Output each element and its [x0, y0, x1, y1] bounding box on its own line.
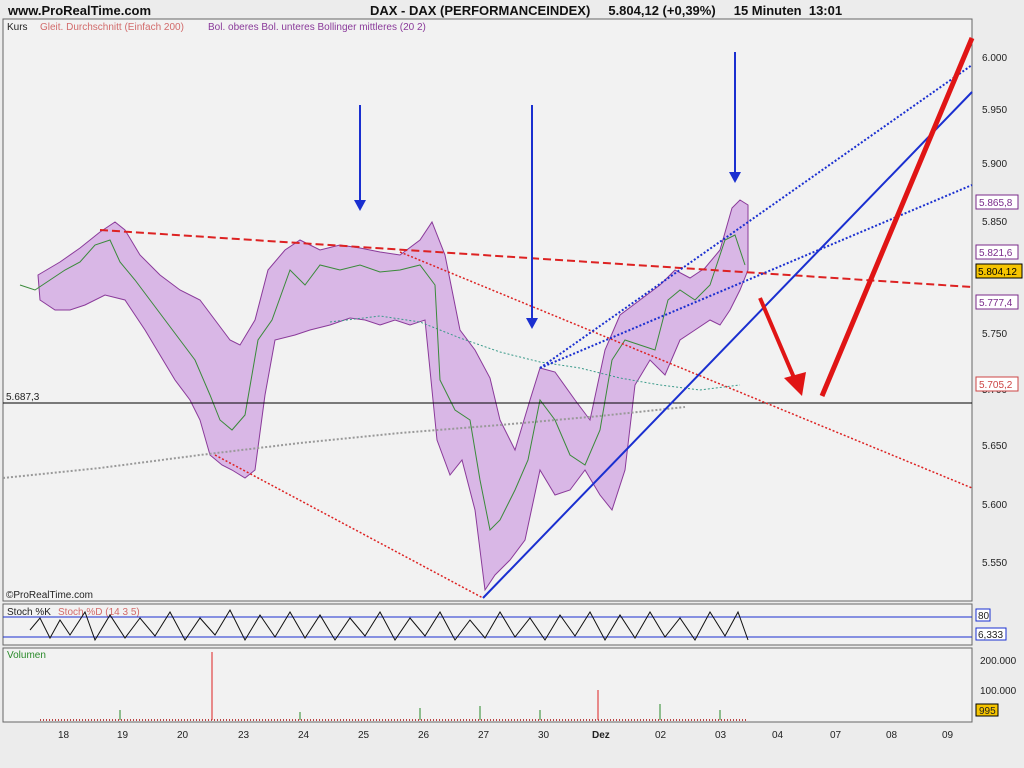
price-tag: 5.777,4: [979, 298, 1013, 309]
x-tick-label: 19: [117, 730, 129, 741]
volume-panel: [3, 648, 972, 722]
y-tick-label: 5.850: [982, 217, 1007, 228]
price-tag: 5.821,6: [979, 248, 1013, 259]
y-tick-label: 5.650: [982, 441, 1007, 452]
x-tick-label: 08: [886, 730, 898, 741]
volume-tick: 100.000: [980, 686, 1017, 697]
price-tag: 5.865,8: [979, 198, 1013, 209]
x-tick-label: 07: [830, 730, 842, 741]
y-tick-label: 5.550: [982, 558, 1007, 569]
x-tick-label: 02: [655, 730, 667, 741]
x-tick-label: 25: [358, 730, 370, 741]
x-axis: 18 19 20 23 24 25 26 27 30 Dez 02 03 04 …: [58, 730, 954, 741]
stoch-k-label: Stoch %K: [7, 607, 51, 618]
price-tag-current: 5.804,12: [978, 267, 1017, 278]
chart-canvas: Kurs Gleit. Durchschnitt (Einfach 200) B…: [0, 0, 1024, 768]
x-tick-label: 27: [478, 730, 490, 741]
x-tick-label: 09: [942, 730, 954, 741]
volume-tag: 995: [979, 706, 996, 717]
x-tick-label: 20: [177, 730, 189, 741]
y-tick-label: 5.900: [982, 159, 1007, 170]
x-tick-label: 03: [715, 730, 727, 741]
y-tick-label: 5.950: [982, 105, 1007, 116]
y-axis: 6.000 5.950 5.900 5.850 5.750 5.700 5.65…: [982, 53, 1007, 569]
x-tick-label: 23: [238, 730, 250, 741]
stoch-d-label: Stoch %D (14 3 5): [58, 607, 140, 618]
x-tick-label: 26: [418, 730, 430, 741]
price-tag: 5.705,2: [979, 380, 1013, 391]
y-tick-label: 6.000: [982, 53, 1007, 64]
stoch-tag-last: 6,333: [978, 630, 1003, 641]
stoch-panel: [3, 604, 972, 645]
horizontal-level-label: 5.687,3: [6, 392, 40, 403]
legend-ma: Gleit. Durchschnitt (Einfach 200): [40, 22, 184, 33]
x-tick-label: 18: [58, 730, 70, 741]
stoch-tag-80: 80: [978, 611, 990, 622]
y-tick-label: 5.750: [982, 329, 1007, 340]
x-tick-label: 04: [772, 730, 784, 741]
copyright: ©ProRealTime.com: [6, 590, 93, 601]
main-panel-label: Kurs: [7, 22, 28, 33]
volume-label: Volumen: [7, 650, 46, 661]
y-tick-label: 5.600: [982, 500, 1007, 511]
volume-tick: 200.000: [980, 656, 1017, 667]
x-tick-label: Dez: [592, 730, 610, 741]
x-tick-label: 24: [298, 730, 310, 741]
legend-bollinger: Bol. oberes Bol. unteres Bollinger mittl…: [208, 22, 426, 33]
x-tick-label: 30: [538, 730, 550, 741]
